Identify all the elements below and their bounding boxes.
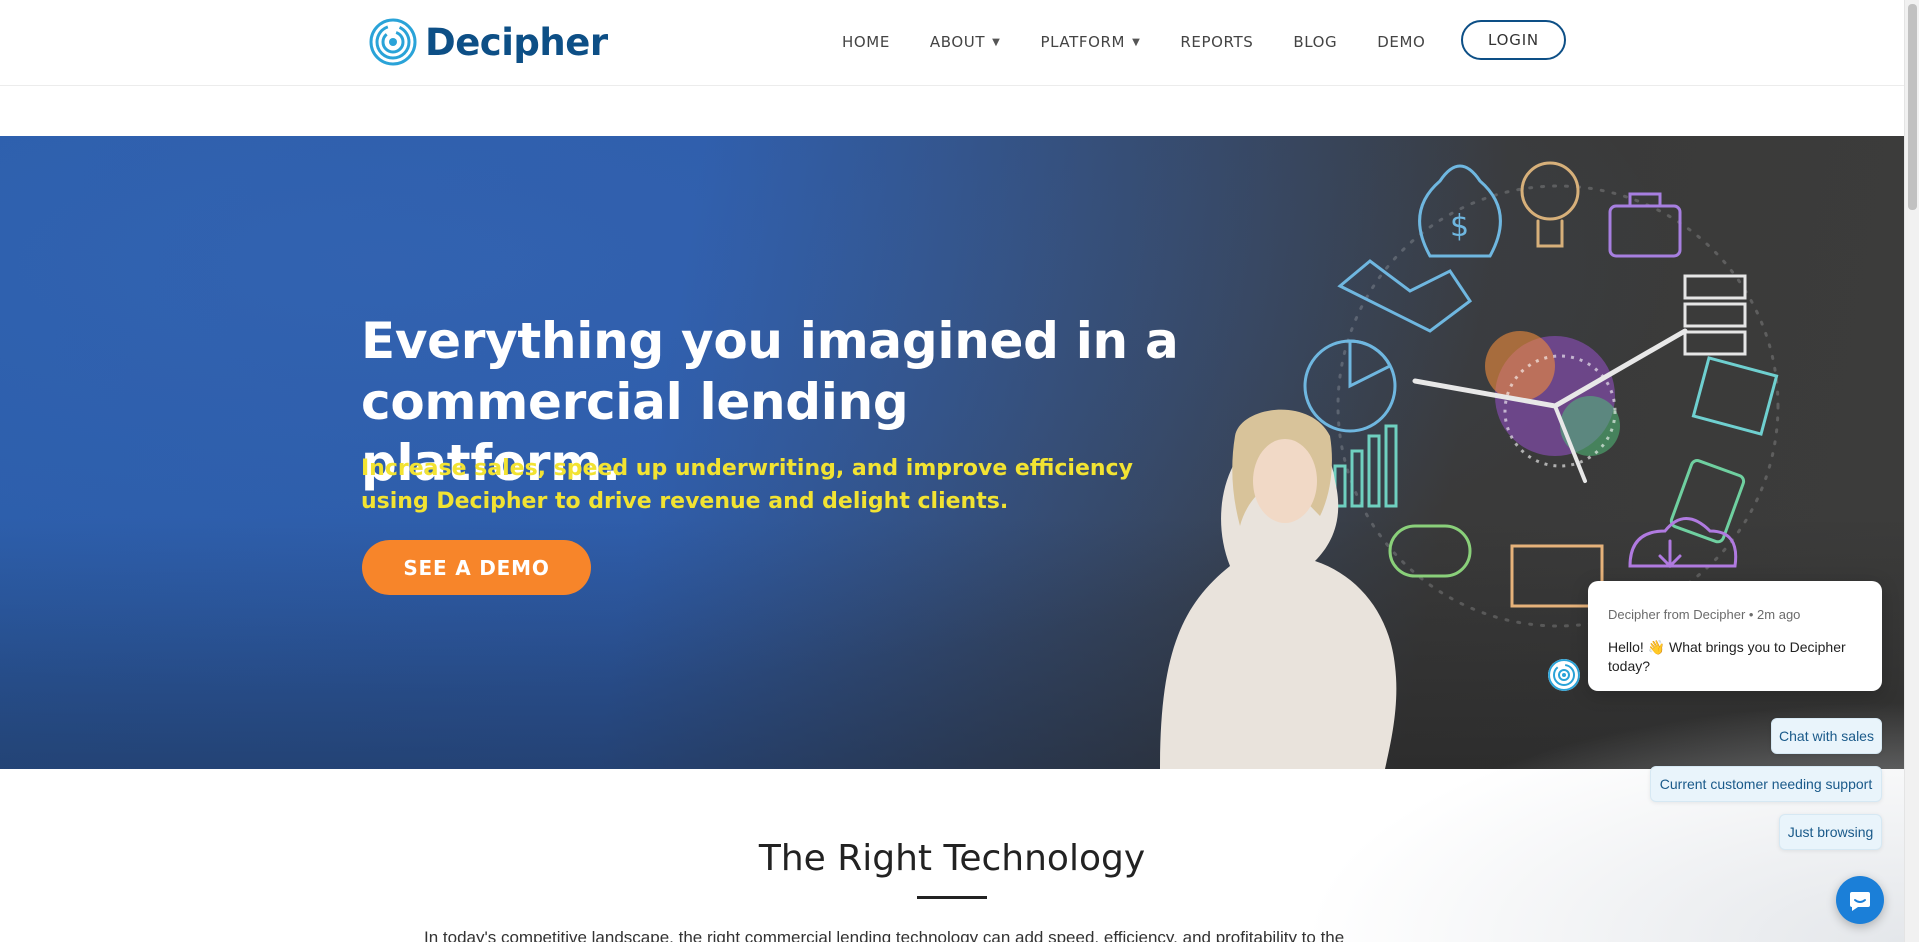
chat-message-card[interactable]: Decipher from Decipher • 2m ago Hello! 👋… xyxy=(1588,581,1882,691)
section-title: The Right Technology xyxy=(758,838,1146,879)
section-divider xyxy=(917,896,987,899)
nav-demo-label: DEMO xyxy=(1377,33,1426,51)
page: Decipher HOME ABOUT ▼ PLATFORM ▼ REPORTS B… xyxy=(0,0,1919,942)
chevron-down-icon: ▼ xyxy=(1132,36,1141,48)
site-header: Decipher HOME ABOUT ▼ PLATFORM ▼ REPORTS B… xyxy=(0,0,1904,86)
logo-maze-icon xyxy=(369,18,417,66)
chat-option-browsing[interactable]: Just browsing xyxy=(1779,814,1882,850)
logo[interactable]: Decipher xyxy=(369,18,608,66)
chat-option-sales[interactable]: Chat with sales xyxy=(1771,718,1882,754)
nav-blog-label: BLOG xyxy=(1293,33,1338,51)
nav-about[interactable]: ABOUT ▼ xyxy=(930,33,1001,51)
nav-home[interactable]: HOME xyxy=(842,33,890,51)
login-button[interactable]: LOGIN xyxy=(1461,20,1566,60)
hero-subtitle: Increase sales, speed up underwriting, a… xyxy=(361,456,1133,514)
chat-avatar-icon xyxy=(1548,659,1580,691)
page-scrollbar[interactable] xyxy=(1904,0,1919,942)
chat-message: Hello! 👋 What brings you to Decipher tod… xyxy=(1608,639,1846,674)
chevron-down-icon: ▼ xyxy=(992,36,1001,48)
svg-text:$: $ xyxy=(1450,209,1469,244)
nav-reports[interactable]: REPORTS xyxy=(1180,33,1253,51)
main-nav: HOME ABOUT ▼ PLATFORM ▼ REPORTS BLOG DEMO xyxy=(842,20,1450,64)
nav-platform-label: PLATFORM xyxy=(1040,33,1126,51)
chat-option-support[interactable]: Current customer needing support xyxy=(1650,766,1882,802)
see-demo-button[interactable]: SEE A DEMO xyxy=(362,540,591,595)
chat-launcher-button[interactable] xyxy=(1836,876,1884,924)
nav-platform[interactable]: PLATFORM ▼ xyxy=(1040,33,1140,51)
nav-reports-label: REPORTS xyxy=(1180,33,1254,51)
scrollbar-thumb[interactable] xyxy=(1908,4,1917,210)
nav-blog[interactable]: BLOG xyxy=(1293,33,1337,51)
chat-bubble-icon xyxy=(1850,892,1870,911)
chat-meta: Decipher from Decipher • 2m ago xyxy=(1608,607,1801,622)
nav-home-label: HOME xyxy=(842,33,890,51)
logo-text: Decipher xyxy=(425,20,608,64)
section-body: In today's competitive landscape, the ri… xyxy=(424,928,1345,942)
nav-demo[interactable]: DEMO xyxy=(1377,33,1425,51)
nav-about-label: ABOUT xyxy=(929,33,986,51)
